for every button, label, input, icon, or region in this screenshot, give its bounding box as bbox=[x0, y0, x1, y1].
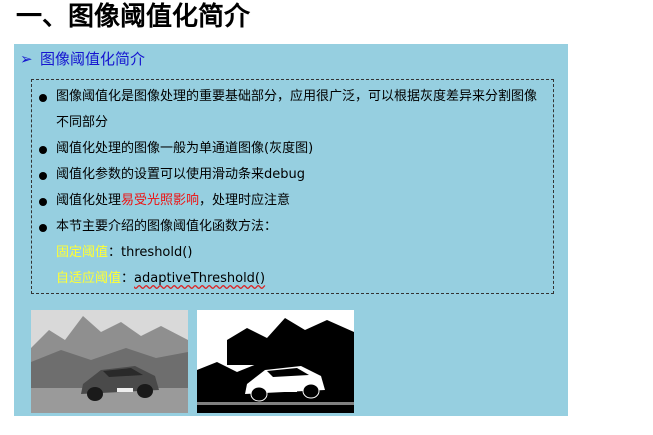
list-item: 阈值化处理的图像一般为单通道图像(灰度图) bbox=[36, 136, 543, 162]
section-title: 图像阈值化简介 bbox=[40, 50, 146, 68]
bullet-list: 图像阈值化是图像处理的重要基础部分，应用很广泛，可以根据灰度差异来分割图像不同部… bbox=[36, 84, 543, 240]
arrow-bullet-icon: ➢ bbox=[20, 50, 33, 68]
bullet-dot-icon bbox=[39, 146, 47, 154]
list-item-text: 阈值化处理 bbox=[56, 193, 122, 208]
function-separator: ： bbox=[108, 245, 122, 260]
page-title: 一、图像阈值化简介 bbox=[16, 2, 251, 32]
function-label: 固定阈值 bbox=[56, 245, 109, 260]
function-line-fixed: 固定阈值：threshold() bbox=[36, 240, 543, 266]
section-heading: ➢ 图像阈值化简介 bbox=[20, 48, 145, 70]
bullet-dot-icon bbox=[39, 224, 47, 232]
bullet-dot-icon bbox=[39, 94, 47, 102]
list-item-text: 阈值化处理的图像一般为单通道图像(灰度图) bbox=[56, 141, 314, 156]
thresholded-car-illustration bbox=[197, 318, 354, 413]
grayscale-car-image bbox=[31, 310, 188, 413]
list-item-text: 图像阈值化是图像处理的重要基础部分，应用很广泛，可以根据灰度差异来分割图像不同部… bbox=[56, 89, 538, 130]
function-name: threshold() bbox=[121, 245, 193, 260]
function-name: adaptiveThreshold() bbox=[134, 271, 266, 286]
function-label: 自适应阈值 bbox=[56, 271, 122, 286]
grayscale-car-illustration bbox=[31, 310, 188, 413]
content-panel: ➢ 图像阈值化简介 图像阈值化是图像处理的重要基础部分，应用很广泛，可以根据灰度差… bbox=[14, 44, 568, 416]
function-line-adaptive: 自适应阈值：adaptiveThreshold() bbox=[36, 266, 543, 292]
highlighted-warning: 易受光照影响 bbox=[121, 193, 200, 208]
list-item: 阈值化处理易受光照影响，处理时应注意 bbox=[36, 188, 543, 214]
list-item-text: 本节主要介绍的图像阈值化函数方法： bbox=[56, 219, 278, 234]
list-item-text: 阈值化参数的设置可以使用滑动条来debug bbox=[56, 167, 305, 182]
summary-box: 图像阈值化是图像处理的重要基础部分，应用很广泛，可以根据灰度差异来分割图像不同部… bbox=[31, 79, 554, 294]
list-item: 本节主要介绍的图像阈值化函数方法： bbox=[36, 214, 543, 240]
list-item: 阈值化参数的设置可以使用滑动条来debug bbox=[36, 162, 543, 188]
bullet-dot-icon bbox=[39, 172, 47, 180]
thresholded-car-image bbox=[197, 310, 354, 413]
bullet-dot-icon bbox=[39, 198, 47, 206]
list-item-text: ，处理时应注意 bbox=[199, 193, 291, 208]
list-item: 图像阈值化是图像处理的重要基础部分，应用很广泛，可以根据灰度差异来分割图像不同部… bbox=[36, 84, 543, 136]
function-separator: ： bbox=[121, 271, 135, 286]
